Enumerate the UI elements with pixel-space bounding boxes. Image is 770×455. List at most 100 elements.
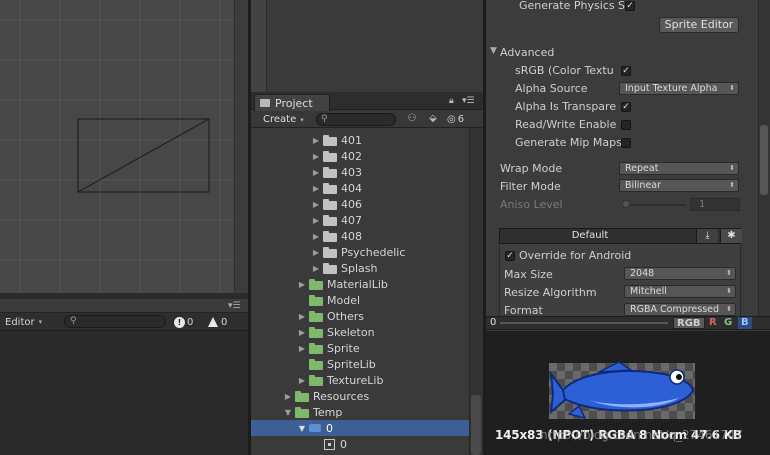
warning-icon — [208, 317, 218, 327]
expand-arrow-icon[interactable]: ▶ — [297, 344, 307, 353]
advanced-foldout[interactable]: Advanced — [500, 46, 554, 59]
tree-item[interactable]: ▶ 403 — [251, 164, 469, 180]
tree-item[interactable]: ▶ Sprite — [251, 340, 469, 356]
aniso-level-field[interactable]: 1 — [690, 198, 740, 211]
tree-item[interactable]: ▶ 407 — [251, 212, 469, 228]
sprite-editor-button[interactable]: Sprite Editor — [659, 17, 739, 33]
generate-physics-checkbox[interactable]: ✓ — [625, 1, 635, 11]
chevron-down-icon: ▾ — [300, 115, 304, 124]
tree-item[interactable]: ▶ MaterialLib — [251, 276, 469, 292]
tree-item[interactable]: ▶ 408 — [251, 228, 469, 244]
folder-icon — [309, 310, 323, 322]
folder-icon — [323, 134, 337, 146]
expand-arrow-icon[interactable]: ▶ — [311, 248, 321, 257]
format-dropdown[interactable]: RGBA Compressed ⬍ — [624, 303, 736, 316]
generate-mipmaps-checkbox[interactable] — [621, 138, 631, 148]
channel-g-button[interactable]: G — [721, 317, 735, 329]
tree-item[interactable]: 0 — [251, 436, 469, 452]
filter-mode-value: Bilinear — [625, 180, 662, 191]
tree-item[interactable]: ▶ 406 — [251, 196, 469, 212]
mip-level-value: 0 — [490, 317, 497, 328]
console-search-input[interactable]: ⚲ — [64, 315, 166, 328]
expand-arrow-icon[interactable]: ▶ — [297, 376, 307, 385]
max-size-dropdown[interactable]: 2048 ⬍ — [624, 267, 736, 280]
lock-icon[interactable]: 🔒︎ — [449, 96, 454, 106]
tree-item-label: 406 — [341, 197, 362, 211]
aniso-level-slider-knob[interactable] — [622, 200, 630, 208]
scene-scrollbar[interactable] — [234, 0, 248, 293]
scene-view[interactable] — [0, 0, 248, 293]
filter-mode-dropdown[interactable]: Bilinear ⬍ — [619, 179, 739, 192]
tree-item[interactable]: ▶ Psychedelic — [251, 244, 469, 260]
folder-icon — [323, 166, 337, 178]
tree-item[interactable]: ▶ Skeleton — [251, 324, 469, 340]
project-folder-tree[interactable]: ▶ 401 ▶ 402 ▶ 403 ▶ 404 ▶ 406 ▶ 407 ▶ 408 ▶ Psyc… — [251, 128, 469, 455]
tree-item[interactable]: ▶ 404 — [251, 180, 469, 196]
alpha-source-dropdown[interactable]: Input Texture Alpha ⬍ — [619, 82, 739, 95]
expand-arrow-icon[interactable]: ▶ — [311, 168, 321, 177]
create-button[interactable]: Create ▾ — [257, 113, 309, 126]
aniso-level-slider[interactable] — [624, 204, 686, 206]
folder-icon — [295, 406, 309, 418]
srgb-checkbox[interactable]: ✓ — [621, 66, 631, 76]
tree-item[interactable]: ▶ Splash — [251, 260, 469, 276]
console-menu-icon[interactable]: ▾☰ — [228, 301, 244, 311]
inspector-scrollbar-thumb[interactable] — [760, 125, 768, 195]
channel-rgb-button[interactable]: RGB — [673, 317, 705, 329]
resize-algorithm-dropdown[interactable]: Mitchell ⬍ — [624, 285, 736, 298]
expand-arrow-icon[interactable]: ▶ — [297, 328, 307, 337]
expand-arrow-icon[interactable]: ▶ — [297, 312, 307, 321]
tree-item-selected[interactable]: ▼ 0 — [251, 420, 469, 436]
expand-arrow-icon[interactable]: ▶ — [283, 392, 293, 401]
collapse-arrow-icon[interactable]: ▼ — [297, 424, 307, 433]
expand-arrow-icon[interactable]: ▶ — [311, 136, 321, 145]
expand-arrow-icon[interactable]: ▶ — [311, 232, 321, 241]
tree-item[interactable]: ▶ Others — [251, 308, 469, 324]
tree-item-label: 403 — [341, 165, 362, 179]
tree-item[interactable]: SpriteLib — [251, 356, 469, 372]
tree-item[interactable]: ▶ 402 — [251, 148, 469, 164]
expand-arrow-icon[interactable]: ▶ — [311, 264, 321, 273]
tree-item[interactable]: ▶ TextureLib — [251, 372, 469, 388]
collapse-arrow-icon[interactable]: ▼ — [490, 46, 497, 56]
android-icon[interactable]: ✱ — [720, 229, 742, 243]
override-android-checkbox[interactable]: ✓ — [505, 251, 515, 261]
filter-by-label-icon[interactable]: ⬙ — [424, 113, 442, 126]
tab-default-platform[interactable]: Default — [500, 229, 680, 243]
dropdown-arrows-icon: ⬍ — [726, 287, 732, 295]
expand-arrow-icon[interactable]: ▶ — [311, 200, 321, 209]
tree-item-label: 402 — [341, 149, 362, 163]
console-log-area[interactable] — [0, 331, 248, 455]
console-warning-toggle[interactable]: 0 — [208, 315, 227, 329]
read-write-checkbox[interactable] — [621, 120, 631, 130]
console-info-toggle[interactable]: ! 0 — [174, 315, 193, 329]
expand-arrow-icon[interactable]: ▶ — [311, 216, 321, 225]
expand-arrow-icon[interactable]: ▶ — [311, 152, 321, 161]
tree-item[interactable]: Model — [251, 292, 469, 308]
hierarchy-panel-area[interactable] — [251, 0, 483, 92]
hidden-packages-toggle[interactable]: ◎ 6 — [447, 113, 475, 126]
tree-item[interactable]: ▶ Resources — [251, 388, 469, 404]
mip-level-slider[interactable] — [500, 322, 668, 324]
tree-item[interactable]: ▼ Temp — [251, 404, 469, 420]
wrap-mode-dropdown[interactable]: Repeat ⬍ — [619, 162, 739, 175]
max-size-value: 2048 — [630, 268, 655, 279]
alpha-source-value: Input Texture Alpha — [625, 83, 718, 94]
inspector-panel: Generate Physics S ✓ Sprite Editor ▼ Adv… — [486, 0, 770, 318]
filter-by-type-icon[interactable]: ⚇ — [403, 113, 421, 126]
project-search-input[interactable]: ⚲ — [316, 113, 396, 126]
editor-dropdown[interactable]: Editor ▾ — [5, 315, 55, 329]
alpha-transparency-checkbox[interactable]: ✓ — [621, 102, 631, 112]
expand-arrow-icon[interactable]: ▶ — [311, 184, 321, 193]
tree-item[interactable]: ▶ 401 — [251, 132, 469, 148]
expand-arrow-icon[interactable]: ▶ — [297, 280, 307, 289]
panel-menu-icon[interactable]: ▾☰ — [462, 96, 475, 106]
folder-icon — [323, 246, 337, 258]
channel-b-button[interactable]: B — [738, 317, 752, 329]
channel-r-button[interactable]: R — [706, 317, 720, 329]
format-value: RGBA Compressed — [630, 304, 720, 315]
collapse-arrow-icon[interactable]: ▼ — [283, 408, 293, 417]
project-scrollbar-thumb[interactable] — [471, 395, 481, 455]
tab-project[interactable]: Project — [254, 94, 330, 111]
download-icon[interactable]: ⤓ — [696, 229, 718, 243]
